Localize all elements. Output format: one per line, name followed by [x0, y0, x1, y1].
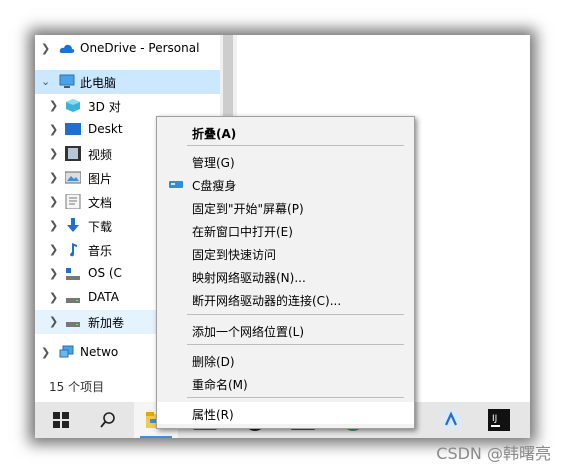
sidebar-item-label: 新加卷 [88, 316, 125, 330]
chevron-right-icon[interactable]: ❯ [49, 171, 58, 184]
menu-separator [187, 145, 404, 146]
sidebar-item-label: 下载 [88, 220, 113, 234]
menu-item-rename[interactable]: 重命名(M) [157, 372, 414, 394]
chevron-right-icon[interactable]: ❯ [49, 243, 58, 256]
sidebar-item-label: 此电脑 [80, 76, 117, 90]
disk-cleanup-icon [169, 181, 183, 188]
chevron-right-icon[interactable]: ❯ [49, 99, 58, 112]
menu-item-disconnect-network-drive[interactable]: 断开网络驱动器的连接(C)... [157, 288, 414, 310]
chevron-right-icon[interactable]: ❯ [49, 147, 58, 160]
chevron-right-icon[interactable]: ❯ [49, 267, 58, 280]
computer-icon [59, 74, 75, 88]
drive-icon [66, 322, 80, 327]
sidebar-item-label: Deskt [88, 122, 123, 136]
3d-objects-icon [66, 99, 80, 112]
sidebar-item-label: 3D 对 [88, 100, 121, 114]
chevron-right-icon[interactable]: ❯ [49, 219, 58, 232]
menu-item-add-network-location[interactable]: 添加一个网络位置(L) [157, 319, 414, 341]
menu-separator [187, 397, 404, 398]
chevron-right-icon[interactable]: ❯ [41, 42, 50, 55]
cloud-icon [59, 44, 75, 53]
item-count-status: 15 个项目 [49, 380, 105, 394]
pictures-icon [65, 171, 81, 184]
chevron-right-icon[interactable]: ❯ [49, 315, 58, 328]
menu-item-properties[interactable]: 属性(R) [157, 402, 414, 424]
sidebar-item-label: 文档 [88, 196, 113, 210]
svg-text:IJ: IJ [492, 414, 497, 424]
app-icon[interactable] [429, 402, 473, 438]
sidebar-item-3d-objects[interactable]: ❯ 3D 对 [35, 94, 220, 118]
menu-item-pin-quick-access[interactable]: 固定到快速访问 [157, 242, 414, 264]
chevron-right-icon[interactable]: ❯ [49, 291, 58, 304]
menu-item-open-new-window[interactable]: 在新窗口中打开(E) [157, 219, 414, 241]
sidebar-item-label: Netwo [80, 345, 119, 359]
menu-item-manage[interactable]: 管理(G) [157, 150, 414, 172]
sidebar-item-label: OS (C [88, 266, 122, 280]
music-icon [70, 243, 77, 257]
download-icon [67, 218, 79, 232]
video-icon [65, 146, 81, 161]
menu-separator [187, 314, 404, 315]
explorer-window: ❯ OneDrive - Personal ⌄ 此电脑 ❯ 3D 对 ❯ Des… [35, 35, 530, 438]
network-icon [59, 345, 74, 358]
sidebar-item-onedrive[interactable]: ❯ OneDrive - Personal [35, 37, 220, 61]
scrollbar-thumb[interactable] [223, 35, 233, 120]
desktop-icon [65, 123, 81, 135]
menu-separator [187, 344, 404, 345]
context-menu: 折叠(A) 管理(G) C盘瘦身 固定到"开始"屏幕(P) 在新窗口中打开(E)… [156, 116, 415, 429]
sidebar-item-this-pc[interactable]: ⌄ 此电脑 [35, 70, 220, 94]
sidebar-item-label: 图片 [88, 172, 113, 186]
windows-start-icon[interactable] [39, 402, 83, 438]
chevron-right-icon[interactable]: ❯ [49, 195, 58, 208]
menu-item-delete[interactable]: 删除(D) [157, 349, 414, 371]
search-icon[interactable] [86, 402, 130, 438]
menu-item-map-network-drive[interactable]: 映射网络驱动器(N)... [157, 265, 414, 287]
documents-icon [65, 194, 81, 209]
menu-item-c-drive-cleanup[interactable]: C盘瘦身 [157, 173, 414, 195]
chevron-right-icon[interactable]: ❯ [41, 346, 50, 359]
watermark: CSDN @韩曙亮 [436, 444, 551, 463]
chevron-down-icon[interactable]: ⌄ [41, 75, 50, 88]
sidebar-item-label: DATA [88, 290, 119, 304]
intellij-icon[interactable]: IJ [477, 402, 521, 438]
chevron-right-icon[interactable]: ❯ [49, 123, 58, 136]
sidebar-item-label: 视频 [88, 148, 113, 162]
drive-icon [66, 298, 80, 303]
sidebar-item-label: 音乐 [88, 244, 113, 258]
menu-item-pin-to-start[interactable]: 固定到"开始"屏幕(P) [157, 196, 414, 218]
menu-item-collapse[interactable]: 折叠(A) [157, 121, 414, 143]
sidebar-item-label: OneDrive - Personal [80, 41, 200, 55]
os-drive-icon [66, 268, 80, 280]
